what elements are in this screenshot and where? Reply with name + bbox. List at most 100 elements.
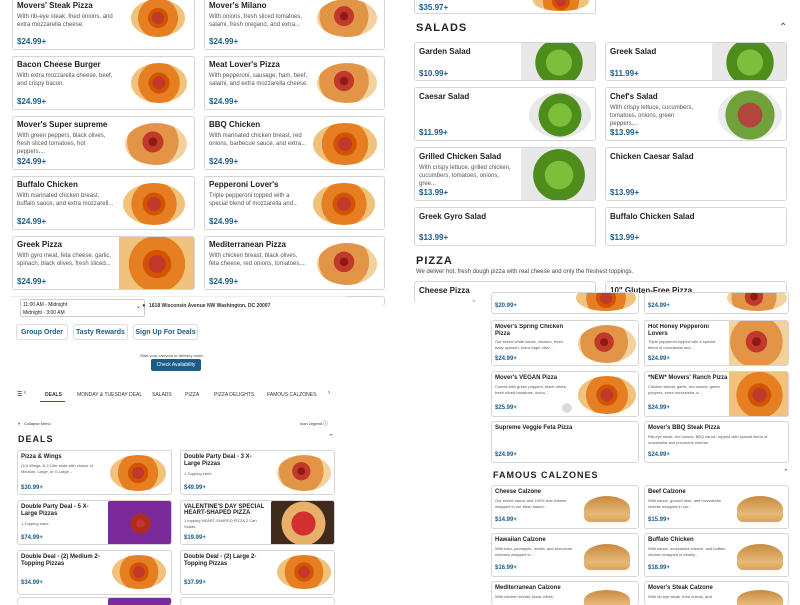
- salad-image: [529, 92, 591, 138]
- calzone-card[interactable]: Beef Calzone With sauce, ground beef, an…: [644, 485, 789, 529]
- tab-salads[interactable]: SALADS: [152, 392, 172, 398]
- pizza-card[interactable]: $24.99+: [644, 292, 789, 314]
- menu-card[interactable]: Greek Pizza With gyro meat, feta cheese,…: [12, 236, 195, 290]
- info-icon[interactable]: ⓘ: [323, 420, 328, 427]
- menu-card[interactable]: Movers' Steak Pizza With rib-eye steak, …: [12, 0, 195, 50]
- pizza-image: [131, 0, 185, 37]
- card-price: $34.99+: [21, 580, 43, 586]
- salad-card[interactable]: Chef's Salad With crispy lettuce, cucumb…: [605, 87, 787, 141]
- card-price: $24.99+: [209, 277, 239, 286]
- inner-page-right: $20.99+ $24.99+ Mover's Spring Chicken P…: [489, 292, 800, 605]
- calzone-card[interactable]: Hawaiian Calzone With ham, pineapple, ri…: [491, 533, 639, 577]
- card-price: $20.99+: [495, 303, 517, 309]
- card-title: Caesar Salad: [419, 92, 470, 101]
- deal-card[interactable]: VALENTINE'S DAY SPECIAL HEART-SHAPED PIZ…: [180, 500, 335, 545]
- pizza-image: [277, 455, 331, 491]
- salad-card[interactable]: Buffalo Chicken Salad $13.99+: [605, 207, 787, 246]
- card-title: Buffalo Chicken: [648, 537, 694, 543]
- deal-card[interactable]: Double Party Deal - 5 X-Large Pizzas 1-T…: [17, 500, 172, 545]
- deal-card[interactable]: Double Deal - (2) Medium 2-Topping Pizza…: [17, 550, 172, 595]
- card-title: Mover's VEGAN Pizza: [495, 375, 558, 381]
- calzone-card[interactable]: Cheese Calzone Our secret sauce and 100%…: [491, 485, 639, 529]
- deal-card[interactable]: Double Party Deal - 3 X-Large Pizzas 1-T…: [180, 450, 335, 495]
- card-desc: With ham, pineapple, ricotta, and provol…: [495, 546, 573, 557]
- pizza-card[interactable]: Mover's Spring Chicken Pizza Our secret …: [491, 320, 639, 366]
- card-desc: 1 topping HEART-SHAPED PIZZA 2 Can Sodas: [184, 518, 257, 529]
- menu-card[interactable]: $35.97+: [414, 0, 596, 14]
- nav-menu-icon[interactable]: ☰: [17, 391, 22, 398]
- menu-card[interactable]: BBQ Chicken With marinated chicken breas…: [204, 116, 385, 170]
- card-title: Mover's Spring Chicken Pizza: [495, 324, 564, 336]
- collapse-chevron-icon[interactable]: ⌃: [783, 468, 789, 476]
- pizza-card[interactable]: *NEW* Movers' Ranch Pizza Chicken breast…: [644, 371, 789, 417]
- menu-card[interactable]: Bacon Cheese Burger With extra mozzarell…: [12, 56, 195, 110]
- icon-legend-link[interactable]: Icon Legend: [300, 421, 322, 426]
- tab-pizza[interactable]: PIZZA: [185, 392, 199, 398]
- card-desc: With pepperoni, sausage, ham, beef, sala…: [209, 73, 309, 87]
- menu-card[interactable]: Buffalo Chicken With marinated chicken b…: [12, 176, 195, 230]
- card-title: Greek Pizza: [17, 240, 62, 249]
- sign-up-deals-button[interactable]: Sign Up For Deals: [133, 324, 198, 340]
- tab-monday-tuesday[interactable]: MONDAY & TUESDAY DEAL: [77, 392, 142, 398]
- card-title: Double Party Deal - 5 X-Large Pizzas: [21, 504, 89, 517]
- collapse-chevron-icon[interactable]: ⌃: [328, 433, 334, 441]
- collapse-menu-link[interactable]: Collapse Menu: [24, 421, 51, 426]
- menu-card[interactable]: Pepperoni Lover's Triple pepperoni toppe…: [204, 176, 385, 230]
- card-title: Buffalo Chicken: [17, 180, 78, 189]
- menu-card[interactable]: Mediterranean Pizza With chicken breast,…: [204, 236, 385, 290]
- pizza-image: [727, 293, 787, 311]
- deal-card-partial[interactable]: [17, 597, 172, 605]
- pizza-image: [123, 183, 185, 225]
- pizza-image: [317, 243, 377, 285]
- tab-pizza-delights[interactable]: PIZZA DELIGHTS: [214, 392, 254, 398]
- tab-active-underline: [40, 401, 65, 402]
- nav-right-arrow-icon[interactable]: ›: [328, 390, 330, 396]
- card-title: Hawaiian Calzone: [495, 537, 546, 543]
- pizza-card[interactable]: Supreme Veggie Feta Pizza $24.99+: [491, 421, 639, 463]
- card-title: Double Party Deal - 3 X-Large Pizzas: [184, 454, 252, 467]
- calzone-card[interactable]: Buffalo Chicken With sauce, mozzarella c…: [644, 533, 789, 577]
- collapse-icon[interactable]: ◐: [18, 421, 21, 427]
- collapse-chevron-icon[interactable]: ⌃: [779, 22, 787, 33]
- card-price: $30.99+: [21, 485, 43, 491]
- salad-card[interactable]: Grilled Chicken Salad With crispy lettuc…: [414, 147, 596, 201]
- calzone-card[interactable]: Mover's Steak Calzone With rib-eye steak…: [644, 581, 789, 605]
- card-desc: Comes with green peppers, black olives, …: [495, 384, 567, 395]
- pizza-image: [125, 123, 187, 165]
- card-desc: With sauce, mozzarella cheese, and buffa…: [648, 546, 726, 557]
- pizza-image: [112, 555, 166, 589]
- inner-page-left: 11:00 AM - Midnight Midnight - 3:00 AM ⌄…: [10, 296, 476, 605]
- check-availability-button[interactable]: Check Availability: [151, 359, 201, 371]
- pizza-card[interactable]: Hot Honey Pepperoni Lovers Triple pepper…: [644, 320, 789, 366]
- card-price: $24.99+: [648, 405, 670, 411]
- card-title: Hot Honey Pepperoni Lovers: [648, 324, 710, 336]
- card-desc: With rib-eye steak, fried onions, and: [648, 594, 712, 599]
- deal-card-partial[interactable]: [180, 597, 335, 605]
- calzone-card[interactable]: Mediterranean Calzone With chicken breas…: [491, 581, 639, 605]
- salad-card[interactable]: Caesar Salad $11.99+: [414, 87, 596, 141]
- nav-left-arrow-icon[interactable]: ‹: [24, 390, 26, 396]
- menu-card[interactable]: Mover's Milano With onions, fresh sliced…: [204, 0, 385, 50]
- menu-card[interactable]: Meat Lover's Pizza With pepperoni, sausa…: [204, 56, 385, 110]
- card-title: Greek Salad: [610, 47, 657, 56]
- menu-card[interactable]: Mover's Super supreme With green peppers…: [12, 116, 195, 170]
- group-order-button[interactable]: Group Order: [16, 324, 68, 340]
- card-desc: With green peppers, black olives, fresh …: [17, 133, 106, 155]
- salad-card[interactable]: Chicken Caesar Salad $13.99+: [605, 147, 787, 201]
- pizza-card[interactable]: $20.99+: [491, 292, 639, 314]
- tab-famous-calzones[interactable]: FAMOUS CALZONES: [267, 392, 316, 398]
- close-icon[interactable]: ×: [472, 299, 476, 305]
- deal-card[interactable]: Pizza & Wings (10) Wings, & 2-Liter soda…: [17, 450, 172, 495]
- salad-card[interactable]: Garden Salad $10.99+: [414, 42, 596, 81]
- tab-deals[interactable]: DEALS: [45, 392, 62, 398]
- tasty-rewards-button[interactable]: Tasty Rewards: [73, 324, 128, 340]
- hours-dropdown[interactable]: 11:00 AM - Midnight Midnight - 3:00 AM ⌄: [20, 299, 145, 317]
- salad-card[interactable]: Greek Gyro Salad $13.99+: [414, 207, 596, 246]
- card-title: Chef's Salad: [610, 92, 658, 101]
- card-desc: With marinated chicken breast, buffalo s…: [17, 193, 114, 207]
- salad-card[interactable]: Greek Salad $11.99+: [605, 42, 787, 81]
- deal-card[interactable]: Double Deal - (2) Large 2-Topping Pizzas…: [180, 550, 335, 595]
- card-title: VALENTINE'S DAY SPECIAL HEART-SHAPED PIZ…: [184, 504, 265, 516]
- card-title: Bacon Cheese Burger: [17, 60, 101, 69]
- pizza-card[interactable]: Mover's BBQ Steak Pizza Rib-eye steak, r…: [644, 421, 789, 463]
